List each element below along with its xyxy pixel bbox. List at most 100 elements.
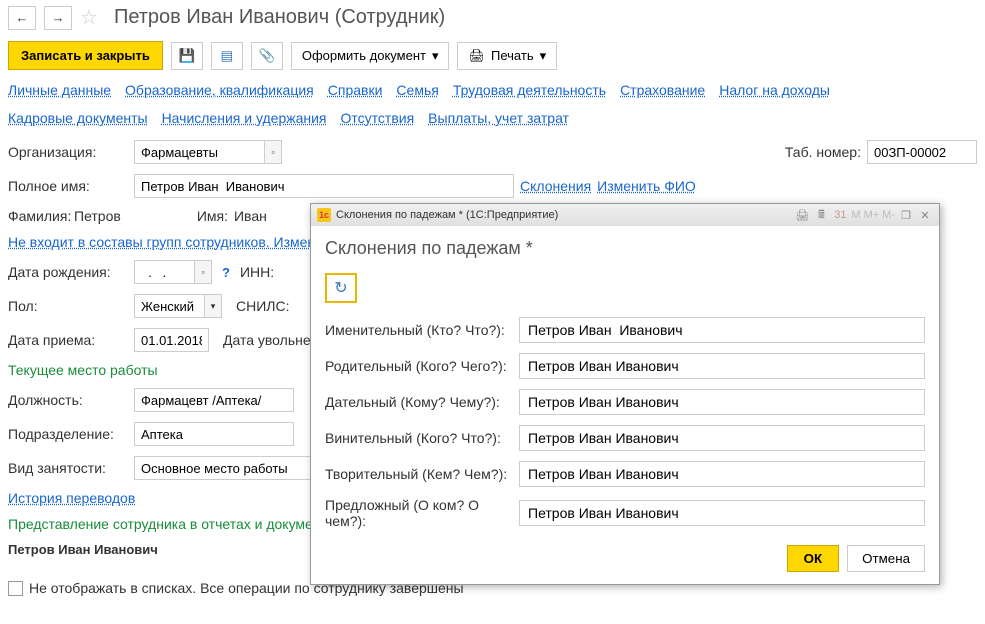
save-close-button[interactable]: Записать и закрыть — [8, 41, 163, 70]
star-icon[interactable]: ☆ — [80, 5, 98, 30]
case-accusative-label: Винительный (Кого? Что?): — [325, 430, 511, 446]
floppy-icon: 💾 — [179, 48, 196, 64]
hired-label: Дата приема: — [8, 332, 128, 348]
surname-value: Петров — [74, 208, 121, 224]
tabs-row-1: Личные данные Образование, квалификация … — [0, 76, 985, 104]
case-dative-input[interactable] — [519, 389, 925, 415]
dept-input[interactable] — [134, 422, 294, 446]
fullname-label: Полное имя: — [8, 178, 128, 194]
tab-payroll[interactable]: Начисления и удержания — [162, 110, 327, 126]
case-prepositional-input[interactable] — [519, 500, 925, 526]
hired-input[interactable] — [134, 328, 209, 352]
reports-heading: Представление сотрудника в отчетах и док… — [8, 516, 335, 532]
currentjob-heading: Текущее место работы — [8, 362, 158, 378]
case-genitive-input[interactable] — [519, 353, 925, 379]
create-document-button[interactable]: Оформить документ▾ — [291, 42, 450, 70]
org-label: Организация: — [8, 144, 128, 160]
modal-heading: Склонения по падежам * — [325, 238, 925, 259]
save-button[interactable]: 💾 — [171, 42, 203, 70]
calendar-icon: ▫ — [201, 267, 204, 277]
position-input[interactable] — [134, 388, 294, 412]
m-button: M — [851, 209, 860, 221]
attach-button[interactable]: 📎 — [251, 42, 283, 70]
ok-button[interactable]: ОК — [787, 545, 840, 572]
case-instrumental-label: Творительный (Кем? Чем?): — [325, 466, 511, 482]
case-instrumental-input[interactable] — [519, 461, 925, 487]
chevron-down-icon: ▾ — [211, 301, 216, 312]
tab-hr-docs[interactable]: Кадровые документы — [8, 110, 148, 126]
list-button[interactable]: ▤ — [211, 42, 243, 70]
close-icon[interactable]: ✕ — [917, 207, 933, 223]
tab-work[interactable]: Трудовая деятельность — [453, 82, 606, 98]
open-icon: ▫ — [271, 147, 274, 157]
name-value: Иван — [234, 208, 267, 224]
refresh-icon: ↻ — [334, 278, 347, 298]
printer-icon: 🖨 — [468, 48, 485, 64]
emptype-label: Вид занятости: — [8, 460, 128, 476]
name-label: Имя: — [197, 208, 228, 224]
tab-payments[interactable]: Выплаты, учет затрат — [428, 110, 569, 126]
nav-forward-button[interactable]: → — [44, 6, 72, 30]
declensions-modal: 1c Склонения по падежам * (1С:Предприяти… — [310, 203, 940, 585]
tab-family[interactable]: Семья — [396, 82, 438, 98]
window-restore-icon[interactable]: ❐ — [898, 207, 914, 223]
print-button[interactable]: 🖨Печать▾ — [457, 42, 557, 70]
dept-label: Подразделение: — [8, 426, 128, 442]
help-icon[interactable]: ? — [222, 265, 230, 280]
paperclip-icon: 📎 — [259, 48, 276, 64]
calculator-icon[interactable]: 🖩 — [813, 207, 829, 223]
dob-calendar-button[interactable]: ▫ — [194, 260, 212, 284]
case-dative-label: Дательный (Кому? Чему?): — [325, 394, 511, 410]
emptype-input[interactable] — [134, 456, 314, 480]
arrow-left-icon: ← — [16, 10, 29, 25]
case-nominative-label: Именительный (Кто? Что?): — [325, 322, 511, 338]
modal-titlebar: 1c Склонения по падежам * (1С:Предприяти… — [311, 204, 939, 226]
history-link[interactable]: История переводов — [8, 490, 135, 506]
document-icon: ▤ — [221, 48, 234, 64]
modal-titlebar-text: Склонения по падежам * (1С:Предприятие) — [336, 209, 558, 221]
fullname-input[interactable] — [134, 174, 514, 198]
chevron-down-icon: ▾ — [432, 48, 439, 64]
case-accusative-input[interactable] — [519, 425, 925, 451]
arrow-right-icon: → — [52, 10, 65, 25]
nav-back-button[interactable]: ← — [8, 6, 36, 30]
groups-link[interactable]: Не входит в составы групп сотрудников. И… — [8, 234, 323, 250]
m-minus-button: M- — [882, 209, 895, 221]
case-nominative-input[interactable] — [519, 317, 925, 343]
org-input[interactable] — [134, 140, 264, 164]
sex-dropdown-button[interactable]: ▾ — [204, 294, 222, 318]
declensions-link[interactable]: Склонения — [520, 178, 591, 194]
tab-insurance[interactable]: Страхование — [620, 82, 705, 98]
app-1c-icon: 1c — [317, 208, 331, 222]
tabs-row-2: Кадровые документы Начисления и удержани… — [0, 104, 985, 132]
printer-icon[interactable]: 🖨 — [794, 207, 810, 223]
tab-tax[interactable]: Налог на доходы — [719, 82, 830, 98]
snils-label: СНИЛС: — [236, 298, 289, 314]
position-label: Должность: — [8, 392, 128, 408]
page-title: Петров Иван Иванович (Сотрудник) — [114, 6, 445, 29]
tab-personal[interactable]: Личные данные — [8, 82, 111, 98]
sex-input[interactable] — [134, 294, 204, 318]
inn-label: ИНН: — [240, 264, 274, 280]
dob-input[interactable] — [134, 260, 194, 284]
fired-label: Дата увольне — [223, 332, 311, 348]
tabnum-input[interactable] — [867, 140, 977, 164]
case-genitive-label: Родительный (Кого? Чего?): — [325, 358, 511, 374]
dob-label: Дата рождения: — [8, 264, 128, 280]
cancel-button[interactable]: Отмена — [847, 545, 925, 572]
refresh-button[interactable]: ↻ — [325, 273, 357, 303]
chevron-down-icon: ▾ — [540, 48, 547, 64]
tab-education[interactable]: Образование, квалификация — [125, 82, 314, 98]
tab-absence[interactable]: Отсутствия — [341, 110, 415, 126]
tab-references[interactable]: Справки — [328, 82, 383, 98]
tabnum-label: Таб. номер: — [785, 144, 861, 160]
surname-label: Фамилия: — [8, 208, 68, 224]
change-fio-link[interactable]: Изменить ФИО — [597, 178, 696, 194]
case-prepositional-label: Предложный (О ком? О чем?): — [325, 497, 511, 529]
org-select-button[interactable]: ▫ — [264, 140, 282, 164]
employee-display-name: Петров Иван Иванович — [8, 542, 158, 557]
hide-checkbox[interactable] — [8, 581, 23, 596]
sex-label: Пол: — [8, 298, 128, 314]
calendar-icon[interactable]: 31 — [832, 207, 848, 223]
m-plus-button: M+ — [864, 209, 880, 221]
